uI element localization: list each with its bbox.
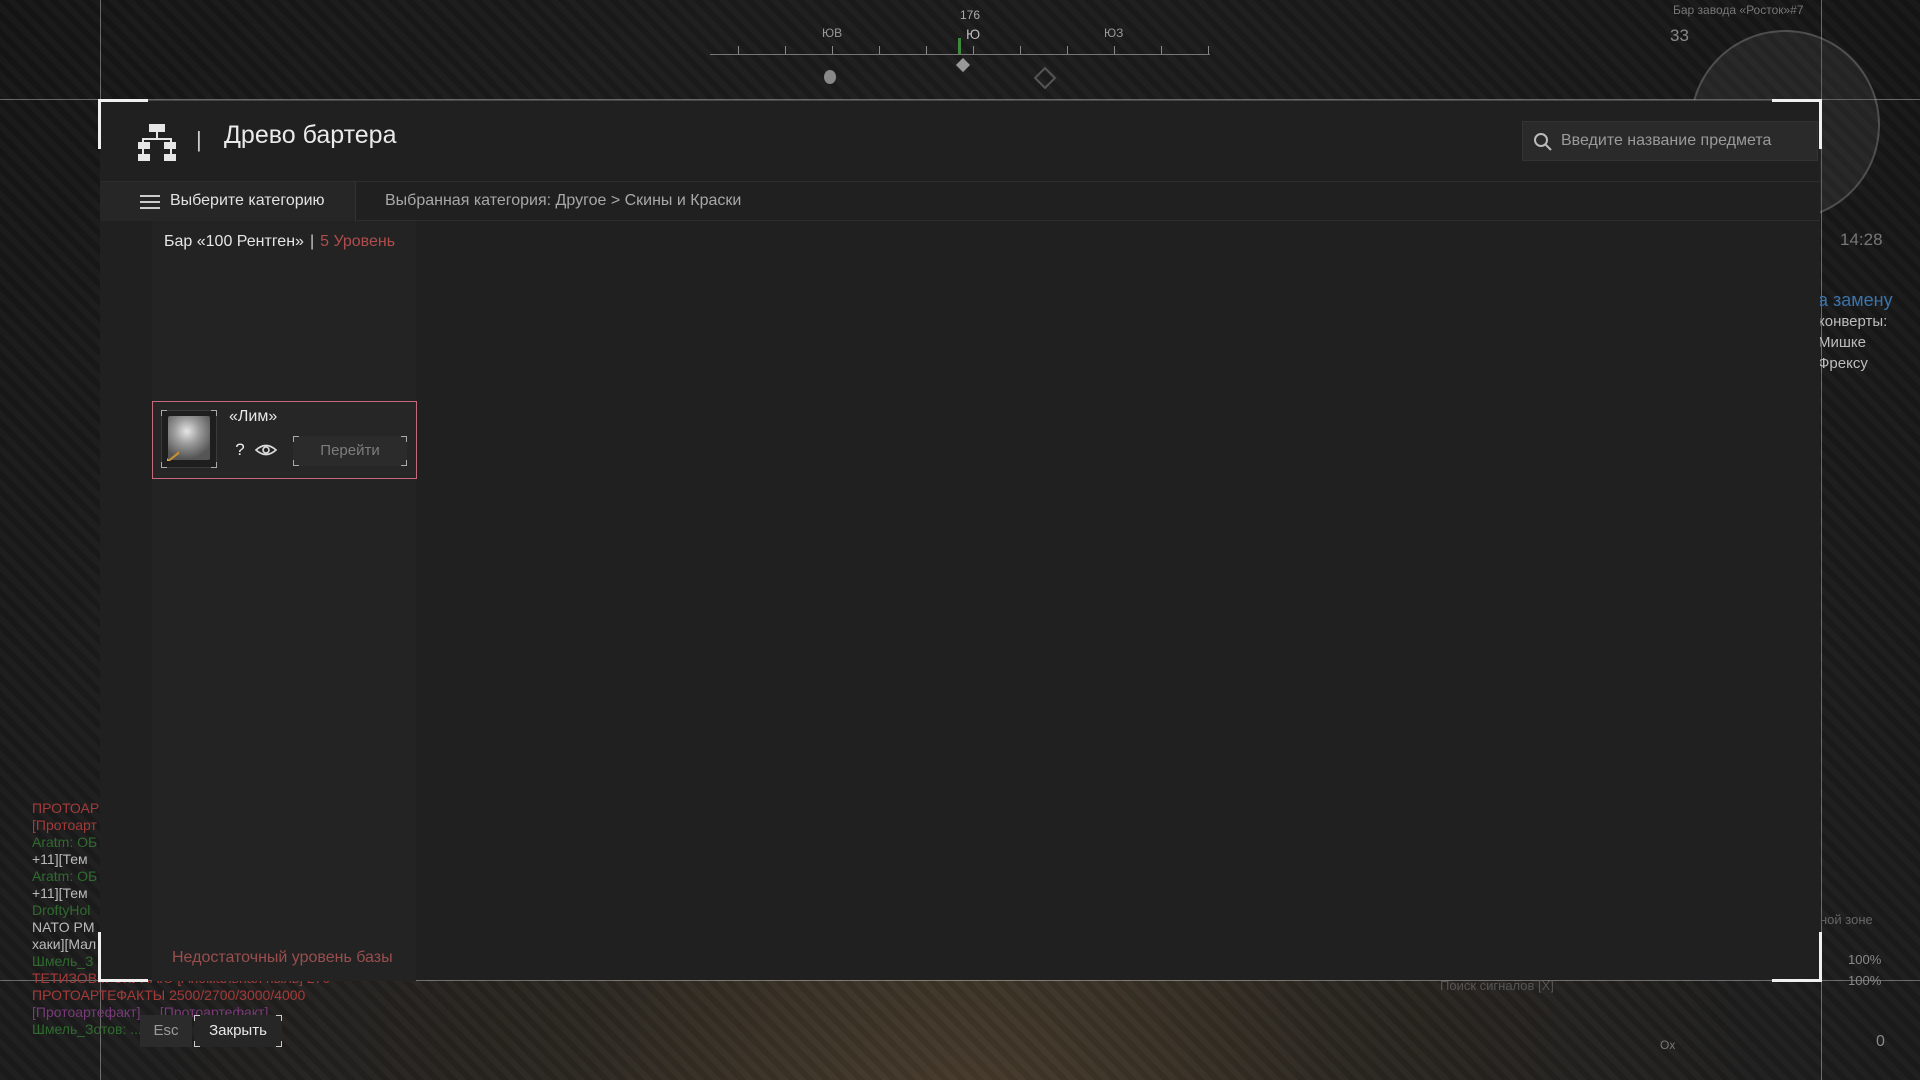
compass-tick [1161,46,1162,54]
bracket-corner [194,1015,200,1021]
barter-tree-icon [138,124,176,161]
bracket-corner [276,1015,282,1021]
compass-scale [710,54,1210,55]
ox-label: Ox [1660,1038,1676,1052]
bracket-corner [211,462,217,468]
menu-icon [140,195,160,209]
compass-tick [1208,46,1209,54]
bracket-corner [211,410,217,416]
stamina-percent: 100% [1848,973,1882,988]
compass-dir: Ю [966,26,981,42]
quest-line: конверты: [1818,313,1888,330]
compass-dir: ЮВ [822,26,843,40]
compass-marker-icon [1033,66,1057,90]
bracket-corner [293,460,299,466]
close-button[interactable]: Закрыть [194,1015,282,1047]
search-icon [1534,133,1552,151]
chat-line: ПРОТОАРТЕФАКТЫ 2500/2700/3000/4000 [32,987,306,1003]
compass-heading: 176 [959,8,981,22]
zone-label: ной зоне [1820,912,1873,927]
bracket-corner [161,462,167,468]
item-thumbnail [161,410,217,468]
bracket-corner [401,436,407,442]
category-breadcrumb: Выбранная категория: Другое > Скины и Кр… [385,192,742,209]
compass-tick [926,46,927,54]
hud-counter: 33 [1670,26,1689,45]
compass-tick [1020,46,1021,54]
compass-tick [738,46,739,54]
window-header: | Древо бартера [100,101,1820,181]
quest-line: Мишке [1818,334,1866,351]
go-button[interactable]: Перейти [293,436,407,466]
quest-tracker: а замену конверты: Мишке Фрексу [1818,290,1893,374]
frame-corner [98,932,148,982]
help-button[interactable]: ? [229,436,251,464]
hud-counter-bottom: 0 [1876,1033,1885,1050]
bracket-corner [293,436,299,442]
close-button-label: Закрыть [209,1022,267,1039]
clock: 14:28 [1840,230,1883,249]
eye-icon[interactable] [253,436,279,464]
search-box[interactable] [1522,121,1818,161]
title-separator: | [196,127,202,152]
brush-icon [167,451,179,461]
go-button-label: Перейти [320,442,380,459]
bracket-corner [161,410,167,416]
compass-tick [879,46,880,54]
vendor-header: Бар «100 Рентген» | 5 Уровень [164,233,395,251]
select-category-label: Выберите категорию [170,192,325,209]
quest-title: а замену [1818,290,1893,310]
bracket-corner [276,1041,282,1047]
bracket-corner [194,1041,200,1047]
item-name: «Лим» [229,408,278,425]
vendor-level: 5 Уровень [320,233,396,250]
vendor-name: Бар «100 Рентген» [164,233,304,250]
search-input[interactable] [1561,122,1811,160]
bracket-corner [401,460,407,466]
window-title: Древо бартера [224,121,397,149]
compass-needle [958,38,961,54]
compass-marker-icon [824,70,836,84]
category-bar: Выберите категорию Выбранная категория: … [100,181,1820,221]
compass-tick [1067,46,1068,54]
quest-line: Фрексу [1818,355,1868,372]
insufficient-level-warning: Недостаточный уровень базы [172,949,393,966]
signals-label: Поиск сигналов [X] [1440,978,1554,993]
select-category-button[interactable]: Выберите категорию [100,182,356,221]
barter-tree-window: | Древо бартера Выберите категорию Выбра… [98,99,1822,982]
health-percent: 100% [1848,952,1882,967]
compass-marker-icon [955,57,971,73]
vendor-column: Бар «100 Рентген» | 5 Уровень «Лим» ? Пе… [152,221,417,981]
vendor-separator: | [309,233,315,250]
compass-tick [1114,46,1115,54]
barter-item-card[interactable]: «Лим» ? Перейти [152,401,417,479]
compass: 176 ЮВ Ю ЮЗ [710,8,1210,90]
compass-tick [973,46,974,54]
frame-corner [1772,932,1822,982]
compass-tick [832,46,833,54]
location-label: Бар завода «Росток»#7 [1673,3,1804,17]
esc-key-hint: Esc [140,1015,192,1047]
compass-tick [785,46,786,54]
compass-dir: ЮЗ [1104,26,1124,40]
